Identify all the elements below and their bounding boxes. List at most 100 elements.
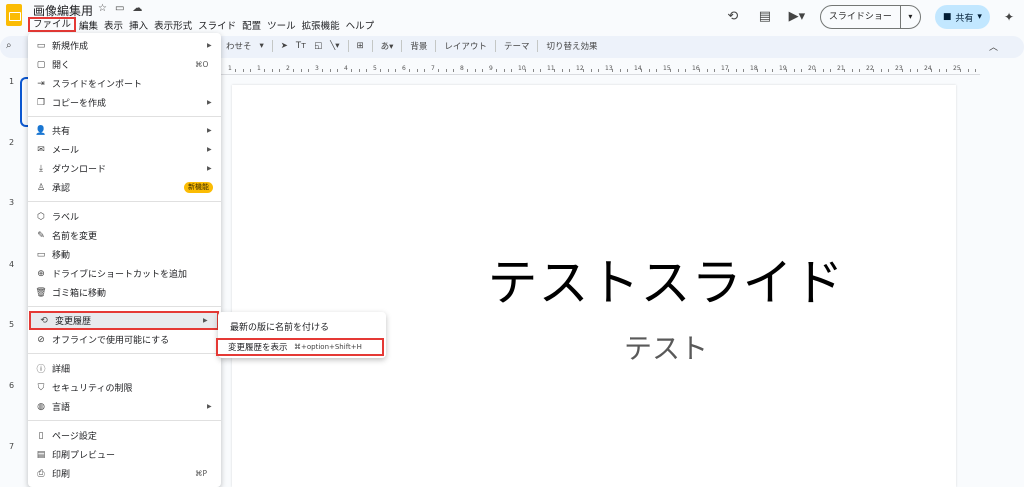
ruler-minor-tick: [974, 69, 976, 72]
menu-item-language[interactable]: ◍ 言語 ▶: [28, 397, 221, 416]
menu-file[interactable]: ファイル: [28, 17, 77, 32]
slide-number[interactable]: 1: [9, 77, 14, 86]
menu-insert[interactable]: 挿入: [126, 18, 151, 32]
ruler-minor-tick: [713, 69, 715, 72]
slide-number[interactable]: 3: [9, 198, 14, 207]
menu-item-approval[interactable]: ♙ 承認 新機能: [28, 178, 221, 197]
slide-number[interactable]: 4: [9, 260, 14, 269]
ruler-minor-tick: [358, 69, 360, 72]
line-icon[interactable]: ╲▾: [330, 41, 339, 51]
menu-divider: [28, 306, 221, 307]
menu-item-new[interactable]: ▭ 新規作成 ▶: [28, 36, 221, 55]
meet-icon[interactable]: ▶▾: [788, 8, 806, 26]
slides-logo-icon[interactable]: [6, 4, 22, 26]
menu-format[interactable]: 表示形式: [151, 18, 195, 32]
slideshow-label[interactable]: スライドショー: [821, 6, 900, 28]
menu-item-open[interactable]: ▢ 開く ⌘O: [28, 55, 221, 74]
see-version-history-item[interactable]: 変更履歴を表示 ⌘+option+Shift+H: [216, 338, 384, 356]
menu-item-share[interactable]: 👤 共有 ▶: [28, 121, 221, 140]
menu-item-print[interactable]: ⎙ 印刷 ⌘P: [28, 464, 221, 483]
menu-divider: [28, 420, 221, 421]
ruler-minor-tick: [409, 69, 411, 72]
menu-item-offline[interactable]: ⊘ オフラインで使用可能にする: [28, 330, 221, 349]
menu-item-download[interactable]: ⤓ ダウンロード ▶: [28, 159, 221, 178]
collapse-toolbar-icon[interactable]: ︿: [989, 40, 998, 53]
layout-button[interactable]: レイアウト: [444, 40, 487, 52]
chevron-down-icon[interactable]: ▾: [977, 12, 982, 22]
slide-number[interactable]: 2: [9, 138, 14, 147]
comment-add-icon[interactable]: ⊞: [357, 41, 364, 51]
ruler-minor-tick: [307, 69, 309, 72]
select-cursor-icon[interactable]: ➤: [281, 41, 288, 51]
menu-slide[interactable]: スライド: [195, 18, 239, 32]
menu-tools[interactable]: ツール: [264, 18, 299, 32]
name-current-version-item[interactable]: 最新の版に名前を付ける: [230, 320, 329, 333]
ruler-minor-tick: [735, 69, 737, 72]
ruler-minor-tick: [235, 69, 237, 72]
menu-item-version-history[interactable]: ⟲ 変更履歴 ▶: [29, 311, 219, 330]
menu-help[interactable]: ヘルプ: [343, 18, 378, 32]
menu-extensions[interactable]: 拡張機能: [299, 18, 343, 32]
menu-item-label: セキュリティの制限: [52, 384, 133, 394]
comments-icon[interactable]: ▤: [756, 8, 774, 26]
slide-title[interactable]: テストスライド: [386, 243, 946, 315]
transition-button[interactable]: 切り替え効果: [546, 40, 597, 52]
ruler-minor-tick: [583, 69, 585, 72]
ruler-minor-tick: [699, 69, 701, 72]
ruler-minor-tick: [394, 69, 396, 72]
slide-number[interactable]: 7: [9, 442, 14, 451]
theme-button[interactable]: テーマ: [504, 40, 530, 52]
menu-item-label: ページ設定: [52, 432, 97, 442]
ruler-minor-tick: [452, 69, 454, 72]
ruler-minor-tick: [416, 69, 418, 72]
offline-icon: ⊘: [37, 334, 45, 345]
text-box-icon[interactable]: Tт: [296, 41, 306, 51]
submenu-arrow-icon: ▶: [207, 127, 212, 134]
slide-number[interactable]: 6: [9, 381, 14, 390]
menu-item-print-preview[interactable]: ▤ 印刷プレビュー: [28, 445, 221, 464]
toolbar-items: わせそ ▾ ➤ Tт ◱ ╲▾ ⊞ あ▾ 背景 レイアウト テーマ 切り替え効果: [226, 40, 597, 52]
ruler-minor-tick: [423, 69, 425, 72]
slide-subtitle[interactable]: テスト: [386, 327, 946, 367]
star-icon[interactable]: ☆: [98, 3, 107, 14]
menu-item-details[interactable]: ⓘ 詳細: [28, 359, 221, 378]
slide-canvas[interactable]: テストスライド テスト: [232, 85, 956, 487]
input-tools-icon[interactable]: あ▾: [381, 40, 394, 52]
menu-item-label: ダウンロード: [52, 165, 107, 175]
menu-item-email[interactable]: ✉ メール ▶: [28, 140, 221, 159]
search-menus-icon[interactable]: ⌕: [6, 40, 12, 51]
menu-item-add-shortcut[interactable]: ⊕ ドライブにショートカットを追加: [28, 264, 221, 283]
move-folder-icon[interactable]: ▭: [115, 3, 124, 14]
new-feature-badge: 新機能: [184, 182, 213, 193]
slideshow-button[interactable]: スライドショー ▾: [819, 5, 921, 29]
slide-filmstrip: 1 2 3 4 5 6 7: [0, 64, 28, 487]
history-icon[interactable]: ⟲: [724, 8, 742, 26]
menu-view[interactable]: 表示: [101, 18, 126, 32]
gemini-sparkle-icon[interactable]: ✦: [1004, 10, 1014, 24]
background-button[interactable]: 背景: [410, 40, 427, 52]
ruler-minor-tick: [815, 69, 817, 72]
image-icon[interactable]: ◱: [314, 41, 322, 51]
ruler-minor-tick: [909, 69, 911, 72]
menu-item-make-copy[interactable]: ❐ コピーを作成 ▶: [28, 93, 221, 112]
menu-item-security[interactable]: ⛉ セキュリティの制限: [28, 378, 221, 397]
menu-item-import-slides[interactable]: ⇥ スライドをインポート: [28, 74, 221, 93]
menu-item-rename[interactable]: ✎ 名前を変更: [28, 226, 221, 245]
chevron-down-icon[interactable]: ▾: [899, 6, 920, 28]
menu-arrange[interactable]: 配置: [239, 18, 264, 32]
cloud-status-icon[interactable]: ☁: [132, 3, 142, 14]
menu-item-label[interactable]: ⬡ ラベル: [28, 207, 221, 226]
share-button[interactable]: ■ 共有 ▾: [934, 5, 990, 29]
menu-item-move-to-trash[interactable]: 🗑 ゴミ箱に移動: [28, 283, 221, 302]
menu-item-page-setup[interactable]: ▯ ページ設定: [28, 426, 221, 445]
chevron-down-icon[interactable]: ▾: [260, 41, 264, 51]
menu-item-move[interactable]: ▭ 移動: [28, 245, 221, 264]
menu-item-label: 開く: [52, 61, 71, 71]
ruler-minor-tick: [967, 69, 969, 72]
menu-edit[interactable]: 編集: [76, 18, 101, 32]
divider: [537, 40, 539, 52]
ruler-tick-label: 1: [257, 65, 261, 72]
slide-number[interactable]: 5: [9, 320, 14, 329]
ruler-minor-tick: [481, 69, 483, 72]
fit-zoom-label[interactable]: わせそ: [226, 40, 252, 52]
